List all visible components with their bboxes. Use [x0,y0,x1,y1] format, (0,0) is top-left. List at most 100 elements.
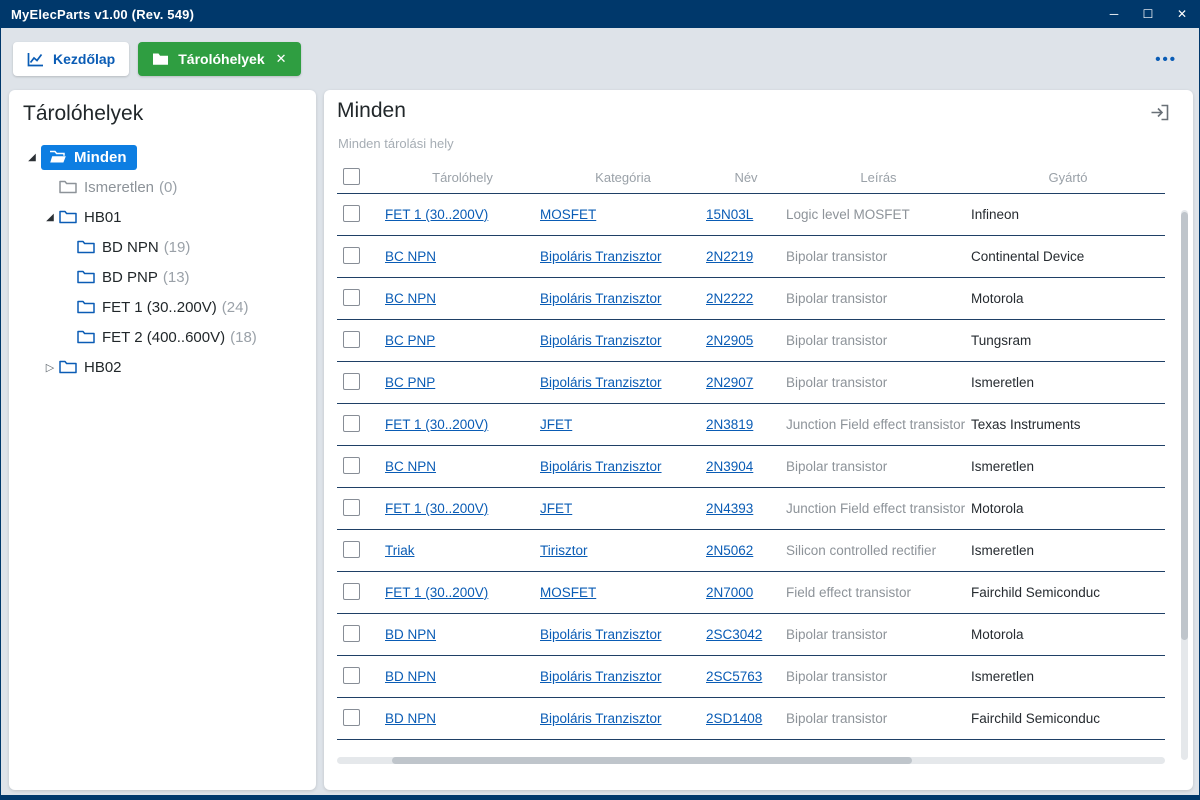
row-checkbox[interactable] [343,372,360,390]
part-name-link[interactable]: 2N2219 [706,249,786,264]
part-name-link[interactable]: 2N2222 [706,291,786,306]
description-cell: Logic level MOSFET [786,207,910,222]
storage-link[interactable]: FET 1 (30..200V) [385,585,540,600]
storage-link[interactable]: FET 1 (30..200V) [385,417,540,432]
horizontal-scrollbar[interactable] [337,757,1165,764]
part-name-link[interactable]: 2N5062 [706,543,786,558]
storage-link[interactable]: BC NPN [385,249,540,264]
tab-kezdolap[interactable]: Kezdőlap [13,42,130,76]
tree-item-label: FET 1 (30..200V) [102,298,217,316]
row-checkbox[interactable] [343,582,360,600]
panel-title: Minden [337,99,406,122]
category-link[interactable]: Bipoláris Tranzisztor [540,627,706,642]
manufacturer-cell: Motorola [971,291,1024,306]
storage-link[interactable]: FET 1 (30..200V) [385,501,540,516]
collapse-arrow-icon[interactable]: ▷ [41,361,59,374]
tree-item-bd-pnp[interactable]: BD PNP (13) [9,262,316,292]
description-cell: Bipolar transistor [786,627,888,642]
maximize-button[interactable]: ☐ [1131,0,1165,28]
part-name-link[interactable]: 2SC5763 [706,669,786,684]
row-checkbox[interactable] [343,624,360,642]
table-row: BC NPN Bipoláris Tranzisztor 2N3904 Bipo… [337,446,1165,488]
storage-link[interactable]: FET 1 (30..200V) [385,207,540,222]
export-icon[interactable] [1150,104,1169,126]
row-checkbox[interactable] [343,708,360,726]
row-checkbox[interactable] [343,204,360,222]
row-checkbox[interactable] [343,414,360,432]
storage-link[interactable]: BD NPN [385,711,540,726]
category-link[interactable]: MOSFET [540,585,706,600]
storage-link[interactable]: BC PNP [385,375,540,390]
col-header-name[interactable]: Név [706,170,786,185]
category-link[interactable]: JFET [540,501,706,516]
category-link[interactable]: MOSFET [540,207,706,222]
expand-arrow-icon[interactable]: ◢ [23,152,41,163]
category-link[interactable]: Bipoláris Tranzisztor [540,711,706,726]
manufacturer-cell: Ismeretlen [971,375,1035,390]
table-row: FET 1 (30..200V) JFET 2N4393 Junction Fi… [337,488,1165,530]
manufacturer-cell: Motorola [971,627,1024,642]
description-cell: Bipolar transistor [786,249,888,264]
storage-link[interactable]: BD NPN [385,627,540,642]
part-name-link[interactable]: 2N7000 [706,585,786,600]
category-link[interactable]: Bipoláris Tranzisztor [540,333,706,348]
part-name-link[interactable]: 2SD1408 [706,711,786,726]
select-all-checkbox[interactable] [343,167,360,185]
row-checkbox[interactable] [343,498,360,516]
storage-link[interactable]: BD NPN [385,669,540,684]
table-row: FET 1 (30..200V) MOSFET 15N03L Logic lev… [337,194,1165,236]
minimize-button[interactable]: ─ [1097,0,1131,28]
horizontal-scrollbar-thumb[interactable] [392,757,912,764]
part-name-link[interactable]: 2N3904 [706,459,786,474]
part-name-link[interactable]: 2SC3042 [706,627,786,642]
category-link[interactable]: Bipoláris Tranzisztor [540,291,706,306]
folder-icon [59,210,77,224]
table-row: BD NPN Bipoláris Tranzisztor 2SC5763 Bip… [337,656,1165,698]
row-checkbox[interactable] [343,540,360,558]
part-name-link[interactable]: 2N4393 [706,501,786,516]
row-checkbox[interactable] [343,666,360,684]
category-link[interactable]: Tirisztor [540,543,706,558]
selected-highlight[interactable]: Minden [41,144,137,170]
col-header-category[interactable]: Kategória [540,170,706,185]
tab-close-icon[interactable]: ✕ [276,51,287,67]
folder-icon [152,52,169,66]
row-checkbox[interactable] [343,288,360,306]
category-link[interactable]: JFET [540,417,706,432]
storage-link[interactable]: BC NPN [385,459,540,474]
tree-item-fet2[interactable]: FET 2 (400..600V) (18) [9,322,316,352]
vertical-scrollbar-thumb[interactable] [1181,212,1188,640]
row-checkbox[interactable] [343,330,360,348]
tree-item-hb01[interactable]: ◢ HB01 [9,202,316,232]
part-name-link[interactable]: 15N03L [706,207,786,222]
folder-icon [59,180,77,194]
window-controls: ─ ☐ ✕ [1097,0,1199,28]
vertical-scrollbar[interactable] [1181,210,1188,760]
col-header-description[interactable]: Leírás [786,170,971,185]
expand-arrow-icon[interactable]: ◢ [41,212,59,223]
part-name-link[interactable]: 2N2907 [706,375,786,390]
row-checkbox[interactable] [343,246,360,264]
description-cell: Silicon controlled rectifier [786,543,937,558]
category-link[interactable]: Bipoláris Tranzisztor [540,669,706,684]
col-header-storage[interactable]: Tárolóhely [385,170,540,185]
close-button[interactable]: ✕ [1165,0,1199,28]
tab-tarolohelyek[interactable]: Tárolóhelyek ✕ [138,42,301,76]
table-row: BC PNP Bipoláris Tranzisztor 2N2907 Bipo… [337,362,1165,404]
tree-item-hb02[interactable]: ▷ HB02 [9,352,316,382]
tree-item-minden[interactable]: ◢ Minden [9,142,316,172]
storage-link[interactable]: BC NPN [385,291,540,306]
category-link[interactable]: Bipoláris Tranzisztor [540,375,706,390]
tree-item-fet1[interactable]: FET 1 (30..200V) (24) [9,292,316,322]
tree-item-ismeretlen[interactable]: Ismeretlen (0) [9,172,316,202]
overflow-menu-button[interactable]: ••• [1155,51,1187,68]
part-name-link[interactable]: 2N3819 [706,417,786,432]
category-link[interactable]: Bipoláris Tranzisztor [540,249,706,264]
part-name-link[interactable]: 2N2905 [706,333,786,348]
tree-item-bd-npn[interactable]: BD NPN (19) [9,232,316,262]
storage-link[interactable]: Triak [385,543,540,558]
col-header-manufacturer[interactable]: Gyártó [971,170,1165,185]
row-checkbox[interactable] [343,456,360,474]
storage-link[interactable]: BC PNP [385,333,540,348]
category-link[interactable]: Bipoláris Tranzisztor [540,459,706,474]
